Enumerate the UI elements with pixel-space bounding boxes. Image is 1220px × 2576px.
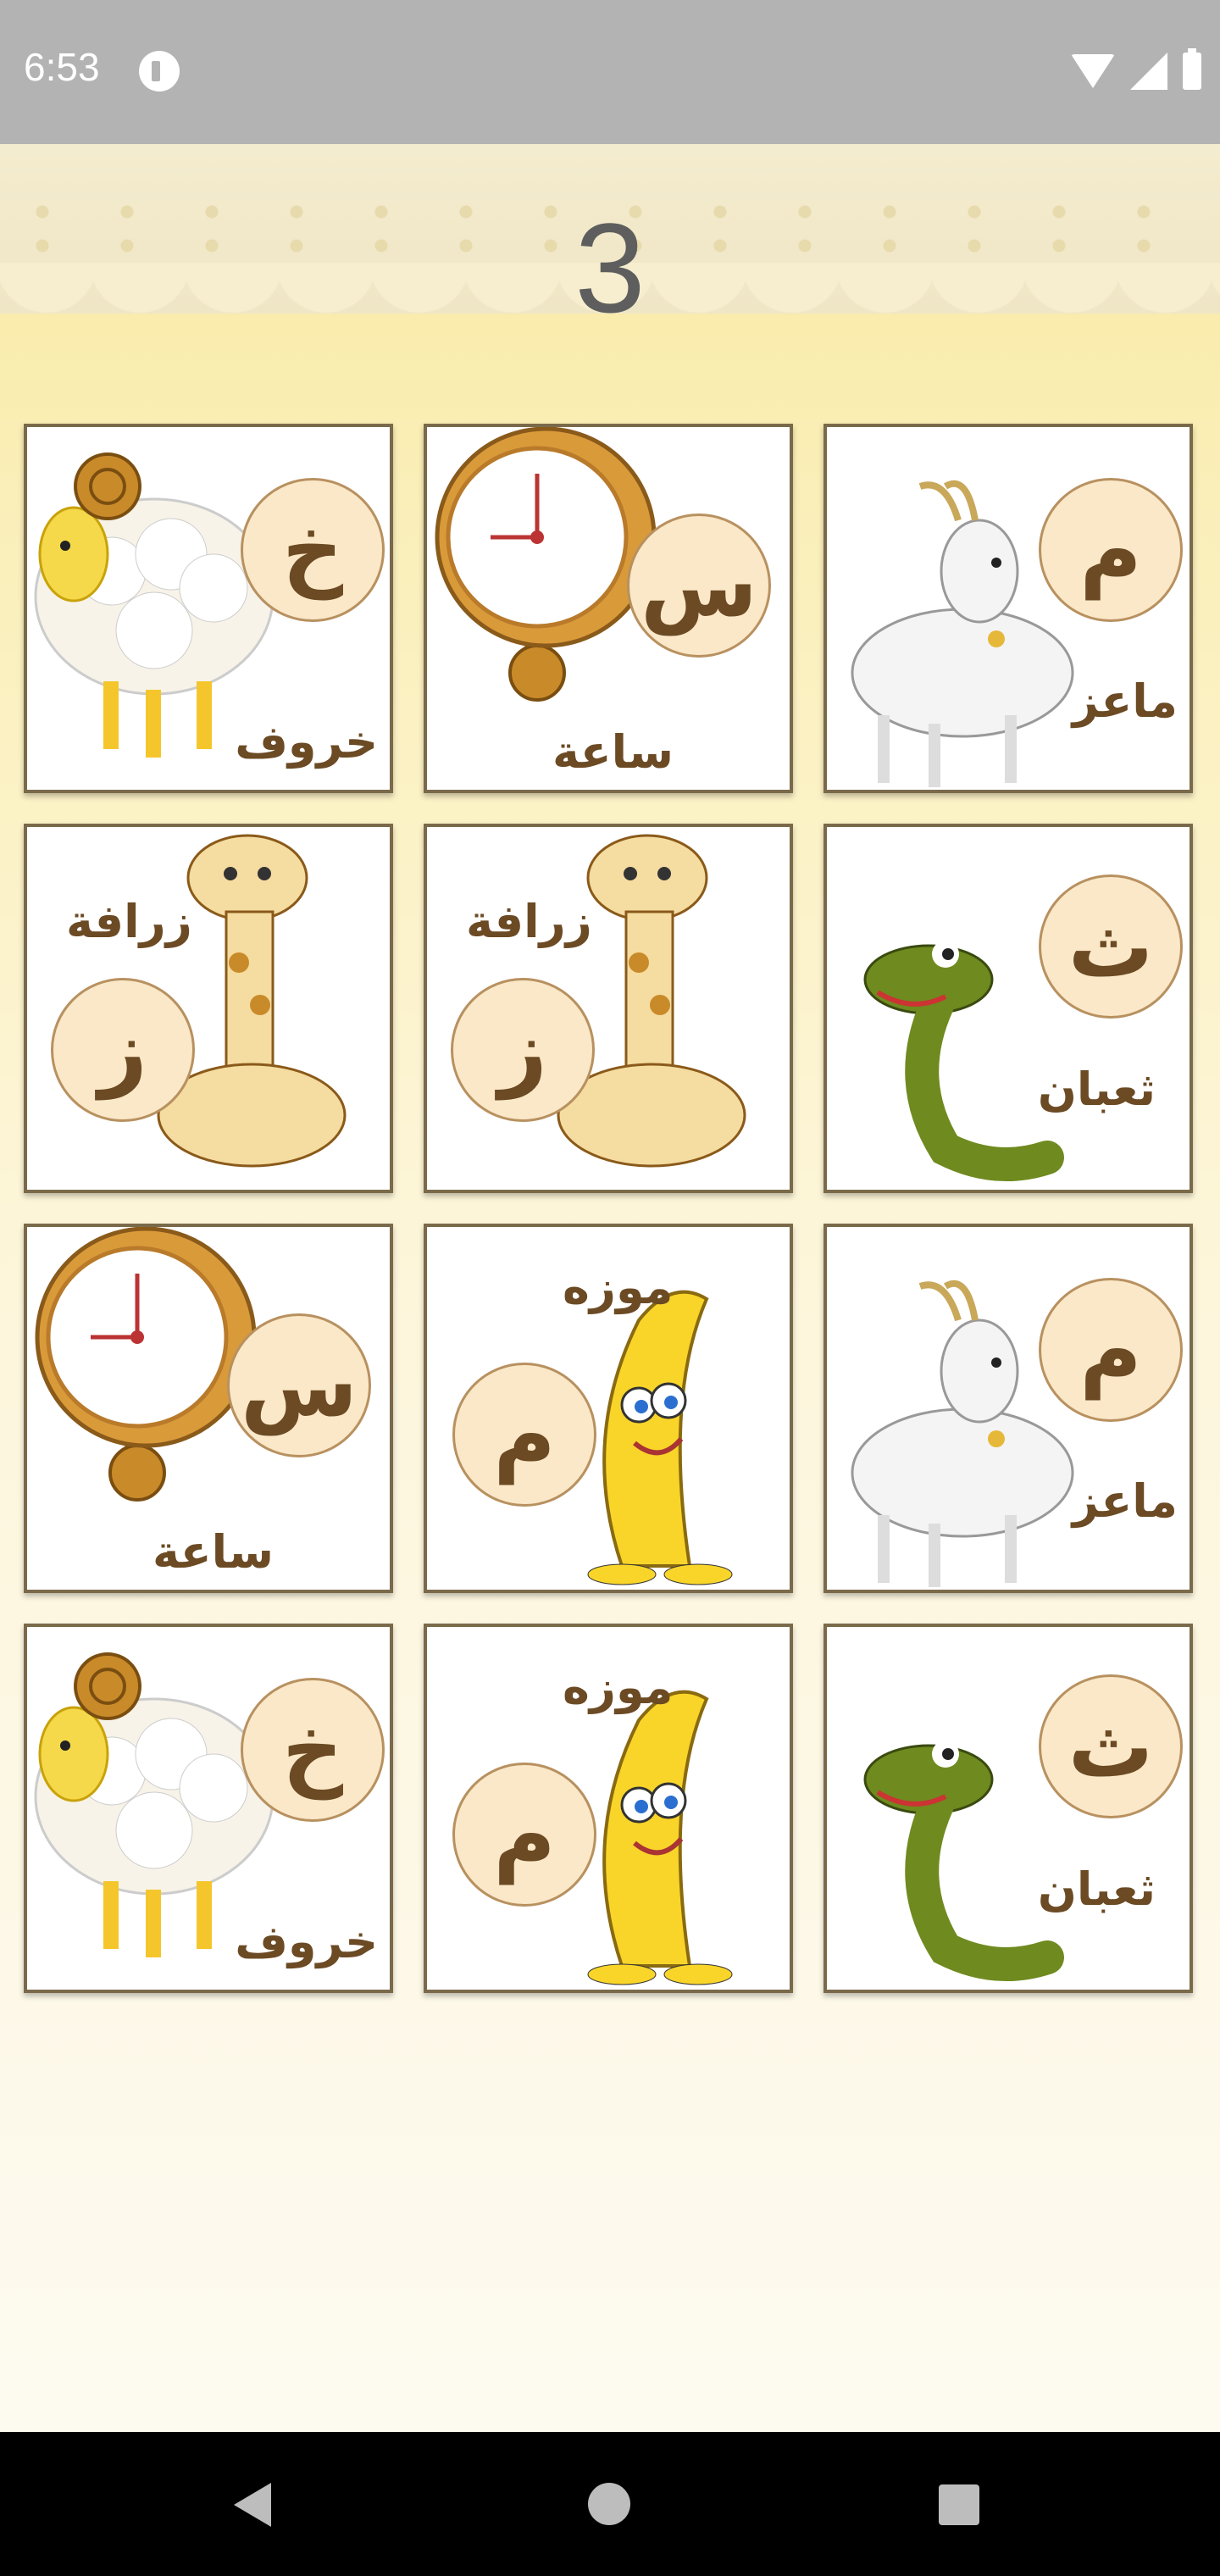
- card-letter: م: [1039, 1278, 1183, 1422]
- card-sheep[interactable]: خ خروف: [24, 424, 393, 793]
- card-letter: م: [452, 1763, 596, 1907]
- card-word: ساعة: [152, 1525, 274, 1579]
- card-grid: خ خروف س ساعة م ماعز زرافة ز زرافة ز ث ث…: [24, 424, 1196, 2024]
- card-word: موزه: [563, 1661, 674, 1714]
- card-letter: م: [452, 1363, 596, 1507]
- card-letter: خ: [241, 1678, 385, 1822]
- score-counter: 3: [574, 197, 646, 339]
- status-icons: [1071, 48, 1201, 92]
- status-time: 6:53: [24, 45, 100, 89]
- back-icon[interactable]: [234, 2483, 271, 2527]
- card-letter: ث: [1039, 1674, 1183, 1818]
- card-word: ماعز: [1072, 1474, 1178, 1528]
- card-giraffe[interactable]: زرافة ز: [424, 824, 793, 1193]
- signal-icon: [1130, 53, 1167, 90]
- navigation-bar: [0, 2432, 1220, 2576]
- card-letter: خ: [241, 478, 385, 622]
- card-clock[interactable]: س ساعة: [424, 424, 793, 793]
- card-word: خروف: [235, 715, 378, 769]
- card-sheep[interactable]: خ خروف: [24, 1624, 393, 1993]
- card-letter: ث: [1039, 874, 1183, 1019]
- battery-icon: [1183, 48, 1201, 90]
- card-letter: ز: [51, 978, 195, 1122]
- card-word: ماعز: [1072, 675, 1178, 728]
- card-word: ثعبان: [1037, 1863, 1156, 1916]
- card-goat[interactable]: م ماعز: [824, 424, 1193, 793]
- card-word: زرافة: [66, 895, 192, 948]
- card-letter: م: [1039, 478, 1183, 622]
- card-clock[interactable]: س ساعة: [24, 1224, 393, 1593]
- status-bar: 6:53: [0, 0, 1220, 144]
- card-snake[interactable]: ث ثعبان: [824, 1624, 1193, 1993]
- card-word: زرافة: [466, 895, 592, 948]
- card-goat[interactable]: م ماعز: [824, 1224, 1193, 1593]
- card-banana[interactable]: موزه م: [424, 1224, 793, 1593]
- app-notification-icon: [139, 51, 180, 92]
- card-giraffe[interactable]: زرافة ز: [24, 824, 393, 1193]
- home-icon[interactable]: [588, 2483, 630, 2525]
- game-screen: 3 خ خروف س ساعة م ماعز زرافة ز زرافة ز ث…: [0, 144, 1220, 2432]
- card-word: موزه: [563, 1261, 674, 1314]
- card-word: ثعبان: [1037, 1063, 1156, 1116]
- card-snake[interactable]: ث ثعبان: [824, 824, 1193, 1193]
- card-word: خروف: [235, 1915, 378, 1968]
- recents-icon[interactable]: [939, 2484, 979, 2525]
- card-word: ساعة: [552, 725, 674, 779]
- card-banana[interactable]: موزه م: [424, 1624, 793, 1993]
- wifi-icon: [1071, 54, 1115, 88]
- card-letter: س: [227, 1313, 371, 1457]
- card-letter: ز: [451, 978, 595, 1122]
- card-letter: س: [627, 514, 771, 658]
